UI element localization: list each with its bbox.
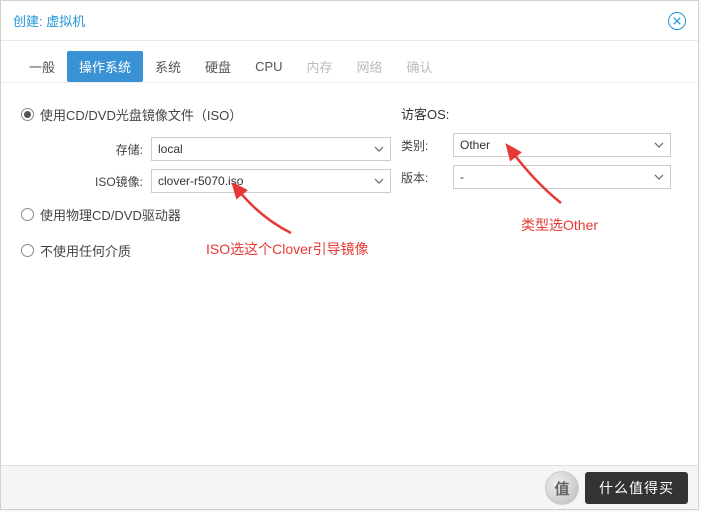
tab-cpu[interactable]: CPU — [243, 53, 294, 80]
guest-type-label: 类别: — [401, 137, 453, 154]
tab-general[interactable]: 一般 — [17, 51, 67, 82]
tab-confirm[interactable]: 确认 — [395, 51, 445, 82]
titlebar: 创建: 虚拟机 — [1, 1, 698, 41]
radio-none-label: 不使用任何介质 — [40, 241, 131, 260]
radio-use-none[interactable]: 不使用任何介质 — [21, 241, 131, 260]
iso-label: ISO镜像: — [21, 173, 151, 190]
close-button[interactable] — [668, 12, 686, 30]
close-icon — [673, 17, 681, 25]
radio-use-iso[interactable]: 使用CD/DVD光盘镜像文件（ISO） — [21, 105, 242, 124]
chevron-down-icon — [374, 176, 384, 186]
chevron-down-icon — [374, 144, 384, 154]
guest-version-label: 版本: — [401, 169, 453, 186]
tab-memory[interactable]: 内存 — [295, 51, 345, 82]
tab-disk[interactable]: 硬盘 — [193, 51, 243, 82]
radio-use-physical[interactable]: 使用物理CD/DVD驱动器 — [21, 205, 181, 224]
chevron-down-icon — [654, 172, 664, 182]
watermark: 值 什么值得买 — [545, 471, 688, 505]
radio-dot-icon — [21, 108, 34, 121]
guest-version-value: - — [460, 170, 464, 184]
annotation-arrow-icon — [221, 183, 321, 243]
radio-dot-icon — [21, 244, 34, 257]
radio-physical-label: 使用物理CD/DVD驱动器 — [40, 205, 181, 224]
tab-system[interactable]: 系统 — [143, 51, 193, 82]
tab-network[interactable]: 网络 — [345, 51, 395, 82]
watermark-text: 什么值得买 — [585, 472, 688, 504]
guest-os-title: 访客OS: — [401, 104, 449, 123]
tab-os[interactable]: 操作系统 — [67, 51, 143, 82]
storage-label: 存储: — [21, 141, 151, 158]
dialog-title: 创建: 虚拟机 — [13, 11, 85, 30]
radio-iso-label: 使用CD/DVD光盘镜像文件（ISO） — [40, 105, 242, 124]
guest-type-value: Other — [460, 138, 490, 152]
annotation-iso: ISO选这个Clover引导镜像 — [206, 239, 369, 259]
radio-dot-icon — [21, 208, 34, 221]
create-vm-dialog: 创建: 虚拟机 一般 操作系统 系统 硬盘 CPU 内存 网络 确认 使用CD/… — [0, 0, 699, 510]
watermark-badge-icon: 值 — [545, 471, 579, 505]
tabs: 一般 操作系统 系统 硬盘 CPU 内存 网络 确认 — [1, 41, 698, 83]
storage-value: local — [158, 142, 183, 156]
storage-select[interactable]: local — [151, 137, 391, 161]
chevron-down-icon — [654, 140, 664, 150]
annotation-type: 类型选Other — [521, 215, 598, 235]
annotation-arrow-icon — [501, 143, 591, 213]
content-pane: 使用CD/DVD光盘镜像文件（ISO） 存储: local ISO镜像: clo… — [1, 83, 698, 291]
